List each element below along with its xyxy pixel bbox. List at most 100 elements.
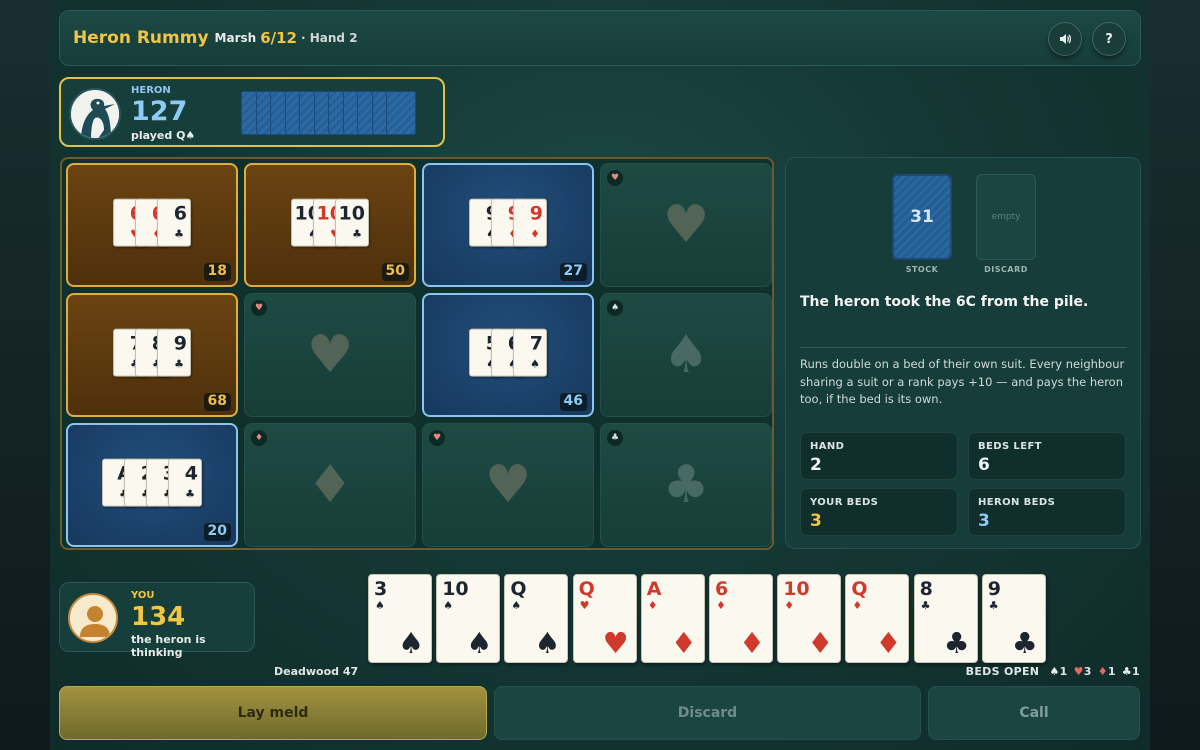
deadwood-label: Deadwood <box>274 665 340 678</box>
hand-card[interactable]: 8 ♣ ♣ <box>913 574 978 663</box>
suit-icon: ♣ <box>1121 665 1133 678</box>
bed-2[interactable]: 10♠10♥10♣50 <box>244 163 416 287</box>
heron-score: 127 <box>131 96 188 127</box>
spade-icon: ♠ <box>398 626 424 660</box>
bed-10[interactable]: ♦ ♦ <box>244 423 416 547</box>
diamond-icon: ♦ <box>530 227 540 241</box>
meld: 9♠9♦9♦ <box>469 198 547 247</box>
stat-heron-beds: HERON BEDS 3 <box>968 488 1126 536</box>
hand-label: · Hand 2 <box>301 31 358 45</box>
lay-meld-button[interactable]: Lay meld <box>59 686 487 740</box>
meld: 5♠6♠7♠ <box>469 328 547 377</box>
header-bar: Heron Rummy Marsh 6/12 · Hand 2 ? <box>59 10 1141 66</box>
stock-label: STOCK <box>905 265 939 274</box>
spade-icon: ♠ <box>443 599 454 612</box>
stat-label: YOUR BEDS <box>810 497 879 508</box>
suit-icon: ♥ <box>1073 665 1084 678</box>
bed-4[interactable]: ♥ ♥ <box>600 163 772 287</box>
card-rank: 9 <box>529 202 543 225</box>
beds-open-label: BEDS OPEN <box>965 665 1040 678</box>
card-rank: 10 <box>338 202 365 225</box>
stock-pile[interactable]: 31 <box>892 174 952 260</box>
bed-1[interactable]: 6♥6♦6♣18 <box>66 163 238 287</box>
help-button[interactable]: ? <box>1092 22 1126 56</box>
hand-card[interactable]: 6 ♦ ♦ <box>709 574 773 663</box>
bed-score: 27 <box>559 263 587 281</box>
heart-icon: ♥ <box>602 626 629 660</box>
help-icon: ? <box>1105 31 1113 47</box>
rules-text: Runs double on a bed of their own suit. … <box>800 357 1125 406</box>
deadwood-readout: Deadwood 47 <box>274 665 358 678</box>
player-avatar <box>68 593 118 643</box>
beds-open-count: 1 <box>1132 665 1140 678</box>
deadwood-value: 47 <box>342 665 359 678</box>
bed-6[interactable]: ♥ ♥ <box>244 293 416 417</box>
bed-3[interactable]: 9♠9♦9♦27 <box>422 163 594 287</box>
meld: 7♣8♣9♣ <box>113 328 191 377</box>
heart-icon: ♥ <box>484 455 532 515</box>
club-icon: ♣ <box>352 227 362 241</box>
bed-11[interactable]: ♥ ♥ <box>422 423 594 547</box>
discard-pile[interactable]: empty <box>976 174 1036 260</box>
heron-card-back <box>386 91 416 135</box>
club-icon: ♣ <box>943 626 970 660</box>
club-icon: ♣ <box>662 455 710 515</box>
meld-card: 9♦ <box>513 198 547 247</box>
divider <box>800 347 1127 348</box>
club-icon: ♣ <box>920 599 931 612</box>
bed-12[interactable]: ♣ ♣ <box>600 423 772 547</box>
card-rank: 9 <box>173 332 187 355</box>
bed-score: 46 <box>559 393 587 411</box>
discard-label: DISCARD <box>984 265 1028 274</box>
discard-button[interactable]: Discard <box>494 686 921 740</box>
card-rank: 10 <box>783 578 810 600</box>
spade-icon: ♠ <box>511 599 522 612</box>
hand-card[interactable]: 3 ♠ ♠ <box>368 574 432 663</box>
stat-your-beds: YOUR BEDS 3 <box>800 488 958 536</box>
card-rank: 10 <box>442 578 469 600</box>
beds-open-count: 3 <box>1083 665 1092 678</box>
beds-open-count: 1 <box>1107 665 1116 678</box>
heron-hand <box>241 91 431 135</box>
card-rank: 3 <box>374 578 388 600</box>
bed-8[interactable]: ♠ ♠ <box>600 293 772 417</box>
status-message: The heron took the 6C from the pile. <box>800 294 1089 310</box>
beds-open-entry: ♣1 <box>1122 665 1140 678</box>
beds-open-entry: ♥3 <box>1074 665 1092 678</box>
bed-suit-watermark: ♥ <box>423 424 593 546</box>
meld-card: 4 ♣ <box>168 458 202 507</box>
card-rank: Q <box>510 578 527 600</box>
heron-icon <box>71 90 119 138</box>
hand-card[interactable]: A ♦ ♦ <box>640 574 705 663</box>
diamond-icon: ♦ <box>875 626 902 660</box>
hand-card[interactable]: Q ♦ ♦ <box>845 574 910 663</box>
meld-board: 6♥6♦6♣1810♠10♥10♣509♠9♦9♦27♥♥7♣8♣9♣68♥♥5… <box>60 157 774 550</box>
card-rank: 8 <box>919 578 933 600</box>
spade-icon: ♠ <box>466 626 493 660</box>
stat-value: 3 <box>810 511 822 531</box>
hand-card[interactable]: 10 ♦ ♦ <box>777 574 842 663</box>
bed-suit-watermark: ♣ <box>601 424 771 546</box>
diamond-icon: ♦ <box>716 599 726 612</box>
card-rank: 9 <box>987 578 1002 600</box>
hand-card[interactable]: Q ♠ ♠ <box>504 574 569 663</box>
round-label: Marsh <box>214 31 257 45</box>
call-button[interactable]: Call <box>928 686 1140 740</box>
hand-card[interactable]: 10 ♠ ♠ <box>436 574 501 663</box>
diamond-icon: ♦ <box>306 455 354 515</box>
heart-icon: ♥ <box>579 599 590 612</box>
bed-7[interactable]: 5♠6♠7♠ 46 <box>422 293 594 417</box>
spade-icon: ♠ <box>375 599 385 612</box>
bed-9[interactable]: A♣2♣3♣4♣20 <box>66 423 238 547</box>
bed-5[interactable]: 7♣8♣9♣68 <box>66 293 238 417</box>
hand-card[interactable]: Q ♥ ♥ <box>572 574 637 663</box>
club-icon: ♣ <box>185 487 195 501</box>
info-panel: 31 STOCK empty DISCARD The heron took th… <box>785 157 1141 549</box>
bed-score: 18 <box>203 263 231 281</box>
card-rank: 4 <box>184 462 198 485</box>
hand-card[interactable]: 9 ♣ ♣ <box>981 574 1046 663</box>
sound-button[interactable] <box>1048 22 1082 56</box>
round-value: 6/12 <box>260 29 297 47</box>
player-status: the heron is thinking <box>131 633 206 659</box>
club-icon: ♣ <box>988 599 999 612</box>
